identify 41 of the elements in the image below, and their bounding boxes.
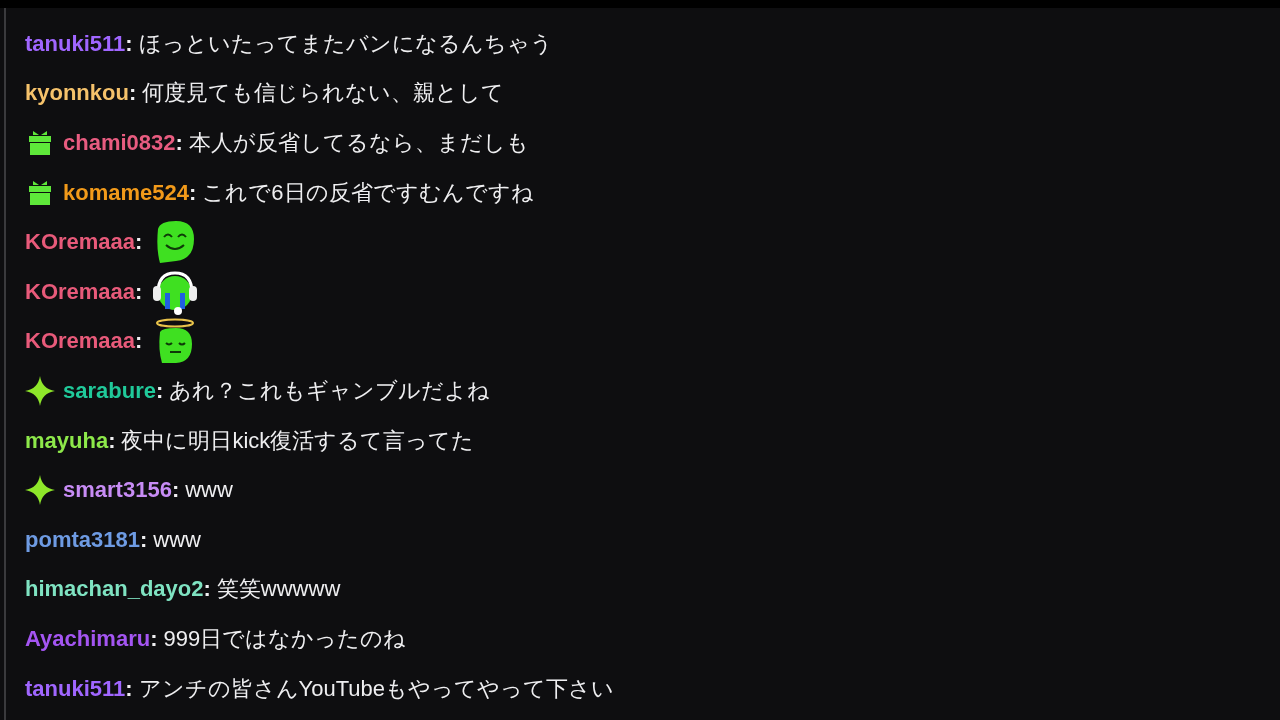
chat-username[interactable]: KOremaaa [25, 278, 136, 305]
colon: : [171, 477, 180, 504]
colon: : [203, 576, 211, 603]
sparkle-icon [25, 375, 55, 406]
colon: : [139, 526, 148, 553]
chat-message: あれ？これもギャンブルだよね [169, 376, 491, 405]
chat-username[interactable]: himachan_dayo2 [25, 576, 204, 603]
chat-username[interactable]: mayuha [25, 427, 109, 454]
chat-username[interactable]: kyonnkou [25, 80, 129, 107]
chat-username[interactable]: pomta3181 [25, 526, 140, 553]
chat-username[interactable]: KOremaaa [25, 328, 136, 355]
chat-message: 本人が反省してるなら、まだしも [188, 129, 529, 157]
chat-username[interactable]: tanuki511 [25, 675, 126, 702]
chat-username[interactable]: sarabure [63, 377, 156, 404]
colon: : [175, 130, 183, 156]
colon: : [189, 179, 197, 206]
colon: : [108, 427, 116, 454]
chat-message: www [153, 526, 201, 553]
chat-message: 夜中に明日kick復活するて言ってた [121, 426, 475, 455]
chat-message: これで6日の反省ですむんですね [202, 178, 534, 207]
chat-username[interactable]: tanuki511 [25, 30, 126, 57]
colon: : [135, 278, 143, 305]
chat-username[interactable]: komame524 [63, 179, 189, 206]
chat-message: ほっといたってまたバンになるんちゃう [138, 29, 553, 58]
colon: : [128, 80, 137, 107]
chat-username[interactable]: smart3156 [63, 477, 172, 504]
colon: : [135, 229, 143, 256]
colon: : [135, 328, 143, 355]
sparkle-icon [25, 475, 55, 506]
chat-message: 何度見ても信じられない、親として [142, 79, 505, 108]
chat-username[interactable]: KOremaaa [25, 229, 136, 256]
chat-message: 笑笑wwwww [216, 575, 341, 604]
chat-message: アンチの皆さんYouTubeもやってやって下さい [138, 674, 615, 703]
colon: : [150, 625, 158, 652]
chat-username[interactable]: chami0832 [63, 130, 176, 156]
colon: : [155, 377, 164, 404]
colon: : [125, 30, 133, 57]
chat-message: www [185, 477, 233, 504]
chat-message: 999日ではなかったのね [163, 624, 407, 653]
chat-username[interactable]: Ayachimaru [25, 625, 151, 652]
colon: : [125, 675, 133, 702]
